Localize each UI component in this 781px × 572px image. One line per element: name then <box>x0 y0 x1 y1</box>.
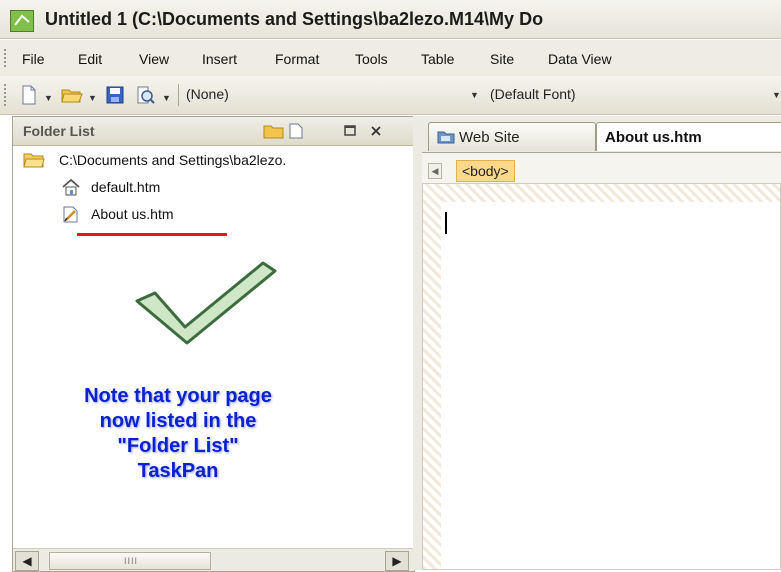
scroll-left-button[interactable]: ◀ <box>15 551 39 571</box>
style-combo-arrow[interactable]: ▼ <box>470 90 479 100</box>
menu-insert[interactable]: Insert <box>202 51 237 67</box>
tab-about-us[interactable]: About us.htm <box>596 122 781 151</box>
print-preview-icon[interactable] <box>134 84 156 106</box>
quick-tag-selector: ◀ <body> <box>422 153 781 183</box>
folder-list-header: Folder List <box>13 117 414 146</box>
title-bar: Untitled 1 (C:\Documents and Settings\ba… <box>0 0 781 39</box>
tree-file-label: default.htm <box>91 179 161 195</box>
tab-web-site[interactable]: Web Site <box>428 122 596 151</box>
menu-bar: File Edit View Insert Format Tools Table… <box>0 40 781 76</box>
horizontal-scrollbar[interactable]: ◀ IIII ▶ <box>13 548 414 571</box>
tree-file-label: About us.htm <box>91 206 174 222</box>
open-folder-icon[interactable] <box>60 84 83 106</box>
body-tag[interactable]: <body> <box>456 160 515 182</box>
menu-grip-handle[interactable] <box>4 49 9 67</box>
menu-view[interactable]: View <box>139 51 169 67</box>
margin-hatch-left <box>423 184 441 569</box>
text-caret <box>445 212 447 234</box>
margin-hatch-top <box>423 184 780 202</box>
web-site-icon <box>437 130 455 147</box>
toolbar: ▼ ▼ ▼ (None) ▼ (Default Font) ▼ <box>0 76 781 115</box>
toolbar-grip-handle[interactable] <box>4 84 9 106</box>
new-page-small-icon[interactable] <box>289 123 303 142</box>
style-combo[interactable]: (None) <box>186 86 229 104</box>
panel-splitter[interactable] <box>413 116 422 570</box>
note-line: Note that your page <box>84 385 272 407</box>
maximize-icon[interactable] <box>343 123 357 142</box>
save-disk-icon[interactable] <box>104 84 126 106</box>
new-page-icon[interactable] <box>18 84 40 106</box>
close-icon[interactable] <box>369 123 383 142</box>
highlight-underline <box>77 233 227 236</box>
scroll-grip-icon: IIII <box>124 556 139 566</box>
folder-list-panel: Folder List C:\Documents and Settings\ba… <box>12 116 415 572</box>
note-line: TaskPan <box>137 460 219 482</box>
home-page-icon <box>61 178 81 199</box>
tag-scroll-left-icon[interactable]: ◀ <box>428 163 442 179</box>
design-surface[interactable] <box>422 183 781 570</box>
editor-area: Web Site About us.htm ◀ <body> <box>422 116 781 570</box>
annotation-note: Note that your page now listed in the "F… <box>28 384 328 484</box>
menu-edit[interactable]: Edit <box>78 51 102 67</box>
menu-site[interactable]: Site <box>490 51 514 67</box>
new-dropdown-arrow[interactable]: ▼ <box>44 93 53 103</box>
tab-label: About us.htm <box>605 129 702 146</box>
menu-data-view[interactable]: Data View <box>548 51 612 67</box>
note-line: "Folder List" <box>117 435 239 457</box>
window-title: Untitled 1 (C:\Documents and Settings\ba… <box>45 9 544 29</box>
tab-label: Web Site <box>459 129 520 146</box>
toolbar-separator <box>178 84 179 106</box>
htm-page-icon <box>61 205 81 226</box>
menu-table[interactable]: Table <box>421 51 454 67</box>
checkmark-icon <box>135 261 277 345</box>
preview-dropdown-arrow[interactable]: ▼ <box>162 93 171 103</box>
scroll-thumb[interactable]: IIII <box>49 552 211 570</box>
new-folder-icon[interactable] <box>263 123 285 142</box>
font-combo[interactable]: (Default Font) <box>490 86 576 104</box>
menu-format[interactable]: Format <box>275 51 319 67</box>
menu-file[interactable]: File <box>22 51 45 67</box>
note-line: now listed in the <box>99 410 257 432</box>
folder-list-title: Folder List <box>23 123 95 139</box>
app-icon <box>10 10 34 32</box>
scroll-right-button[interactable]: ▶ <box>385 551 409 571</box>
open-dropdown-arrow[interactable]: ▼ <box>88 93 97 103</box>
document-tabs: Web Site About us.htm <box>422 116 781 153</box>
folder-icon <box>23 151 45 172</box>
tree-root-label: C:\Documents and Settings\ba2lezo. <box>59 152 287 168</box>
font-combo-arrow[interactable]: ▼ <box>772 90 781 100</box>
menu-tools[interactable]: Tools <box>355 51 388 67</box>
